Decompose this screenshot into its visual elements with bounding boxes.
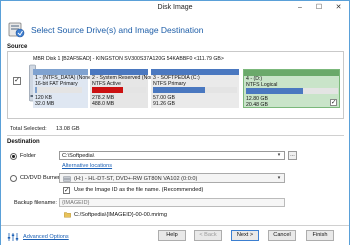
path-preview: C:/Softpedia\{IMAGEID}-00-00.mrimg [74, 212, 167, 218]
partition-4[interactable]: 4 - (D:) NTFS Logical 12.80 GB 20.48 GB … [243, 69, 340, 108]
help-button[interactable]: Help [158, 230, 186, 241]
partition-filesystem: NTFS Active [92, 80, 121, 87]
disk-image-icon [8, 22, 25, 38]
disk-header: MBR Disk 1 [B2AF5EAD] - KINGSTON SV300S3… [33, 56, 224, 62]
folder-path-input[interactable] [62, 152, 267, 159]
folder-icon [64, 212, 71, 218]
use-imageid-checkbox[interactable]: ✓ [63, 187, 70, 194]
usage-fill [246, 88, 304, 94]
radio-selected-dot [12, 155, 15, 158]
use-imageid-label[interactable]: Use the Image ID as the file name. (Reco… [74, 187, 203, 193]
partition-total: 488.0 MB [92, 101, 115, 107]
title-bar: Disk Image – ☐ ✕ [1, 1, 349, 16]
maximize-icon[interactable]: ☐ [310, 1, 328, 15]
minimize-icon[interactable]: – [291, 1, 309, 15]
divider [7, 135, 344, 136]
disk-image-window: Disk Image – ☐ ✕ Select Source Drive(s) … [0, 0, 350, 245]
destination-panel: Folder ▾ ... Alternative locations CD/DV… [7, 147, 344, 225]
optical-drive-icon [63, 175, 71, 182]
wizard-footer: Advanced Options Help < Back Next > Canc… [1, 225, 349, 245]
partition-total: 91.26 GB [153, 101, 175, 107]
partition-1[interactable]: 1 - (NTFS_DATA) (None) 16-bit FAT Primar… [33, 69, 93, 108]
sliders-icon [7, 233, 19, 241]
source-section-label: Source [7, 44, 28, 50]
partition-usage-bar [35, 87, 82, 93]
burner-select[interactable]: (H:) - HL-DT-ST, DVD+-RW GT80N VA102 (0:… [59, 173, 285, 183]
folder-radio-label[interactable]: Folder [20, 153, 36, 159]
checkmark-icon: ✓ [331, 98, 337, 106]
advanced-options-link[interactable]: Advanced Options [23, 234, 69, 240]
page-title: Select Source Drive(s) and Image Destina… [31, 25, 204, 35]
partition-total: 20.48 GB [246, 102, 268, 108]
partition-3[interactable]: 3 - SOFTPEDIA (C:) NTFS Primary 57.00 GB… [151, 69, 239, 108]
partition-usage-bar [92, 87, 146, 93]
checkmark-icon: ✓ [14, 76, 20, 84]
alternative-locations-link[interactable]: Alternative locations [62, 163, 112, 169]
partition-2[interactable]: 2 - System Reserved (Nor NTFS Active 278… [90, 69, 152, 108]
checkmark-icon: ✓ [64, 186, 70, 194]
total-selected-label: Total Selected: [10, 126, 47, 132]
cancel-button[interactable]: Cancel [268, 230, 296, 241]
backup-filename-label: Backup filename: [14, 200, 57, 206]
burner-name: (H:) - HL-DT-ST, DVD+-RW GT80N VA102 (0:… [74, 175, 198, 182]
wizard-header: Select Source Drive(s) and Image Destina… [1, 16, 349, 44]
chevron-down-icon[interactable]: ▾ [275, 175, 283, 182]
close-icon[interactable]: ✕ [328, 1, 349, 15]
usage-fill [92, 87, 123, 93]
usage-fill [153, 87, 206, 93]
partition-usage-bar [153, 87, 237, 93]
source-disk-panel: MBR Disk 1 [B2AF5EAD] - KINGSTON SV300S3… [7, 51, 344, 119]
cd-dvd-radio[interactable] [10, 175, 17, 182]
partition-4-checkbox[interactable]: ✓ [330, 99, 337, 106]
disk-select-checkbox[interactable]: ✓ [13, 77, 21, 85]
back-button[interactable]: < Back [194, 230, 222, 241]
partition-filesystem: NTFS Primary [153, 80, 186, 87]
destination-section-label: Destination [7, 139, 40, 145]
partition-total: 32.0 MB [35, 101, 55, 107]
partition-usage-bar [246, 88, 338, 94]
next-button[interactable]: Next > [231, 230, 259, 241]
finish-button[interactable]: Finish [306, 230, 334, 241]
backup-filename-field[interactable] [59, 198, 285, 207]
backup-filename-input[interactable] [62, 199, 282, 206]
folder-radio[interactable] [10, 153, 17, 160]
browse-button[interactable]: ... [288, 151, 297, 160]
partition-filesystem: NTFS Logical [246, 81, 278, 88]
chevron-down-icon[interactable]: ▾ [275, 152, 283, 159]
folder-path-combobox[interactable]: ▾ [59, 151, 285, 160]
cd-dvd-radio-label[interactable]: CD/DVD Burner [20, 175, 60, 181]
partition-filesystem: 16-bit FAT Primary [35, 80, 78, 87]
total-selected-value: 13.08 GB [56, 126, 80, 132]
usage-fill [35, 87, 38, 93]
